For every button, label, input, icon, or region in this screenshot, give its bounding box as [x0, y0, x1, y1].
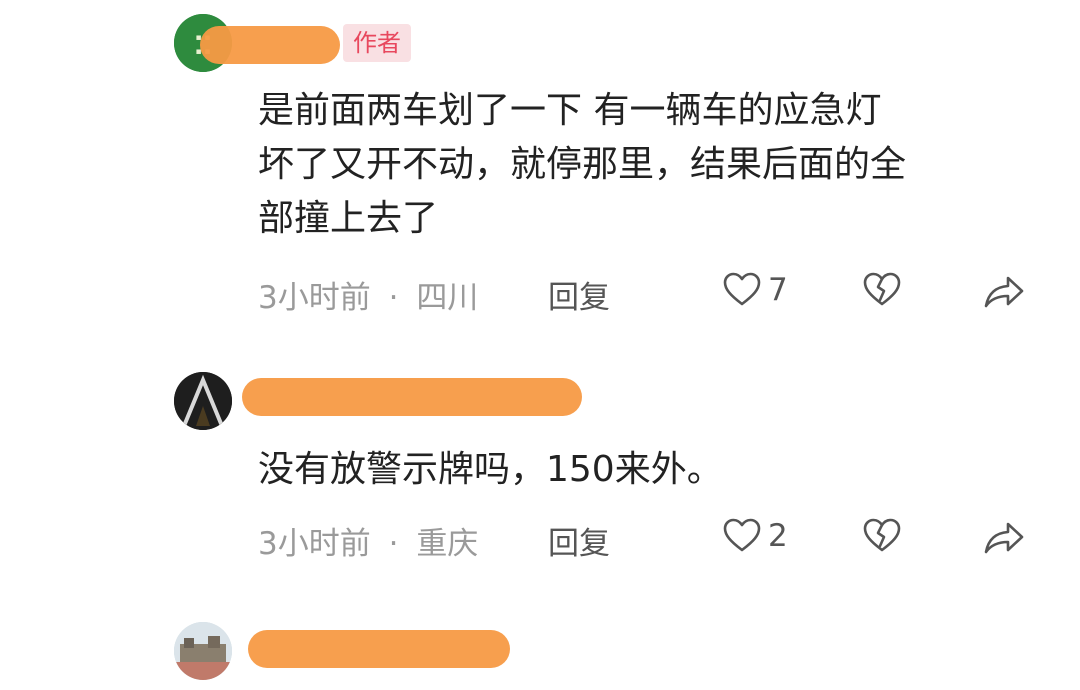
comment-list: ▪ ▪ ▪ ▪ 作者 是前面两车划了一下 有一辆车的应急灯 坏了又开不动，就停那… — [0, 0, 1080, 690]
comment-item — [0, 0, 1080, 690]
username-redacted[interactable] — [248, 630, 510, 668]
avatar[interactable] — [174, 622, 232, 680]
